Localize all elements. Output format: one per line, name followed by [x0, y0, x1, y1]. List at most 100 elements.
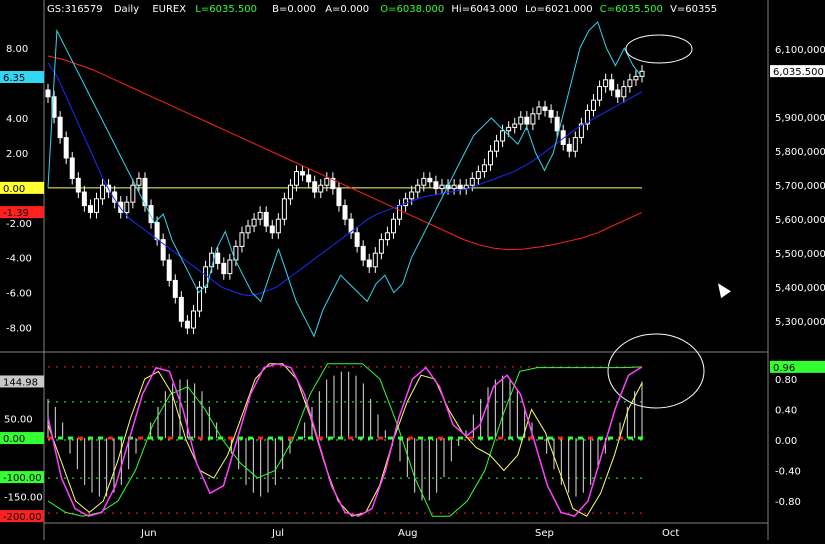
candle-body: [251, 218, 257, 227]
candle-body: [403, 198, 409, 207]
header-close: C=6035.500: [600, 4, 663, 15]
x-tick-label: Oct: [662, 528, 679, 539]
zero-marker: [338, 436, 343, 440]
candle-body: [221, 262, 227, 275]
candle-body: [390, 218, 396, 234]
x-tick-label: Aug: [398, 528, 418, 539]
candle-body: [524, 116, 530, 125]
candle-body: [487, 150, 493, 166]
osc-left-marker: 144.98: [3, 377, 38, 388]
zero-marker: [428, 436, 433, 440]
candle-body: [215, 252, 221, 264]
candle-body: [124, 201, 130, 213]
price-panel: [45, 21, 693, 338]
candle-body: [336, 188, 342, 207]
right-tick-label: 5,400,000: [775, 283, 825, 294]
candle-body: [506, 126, 512, 132]
zero-marker: [638, 436, 643, 440]
candle-body: [372, 252, 378, 268]
candle-body: [597, 86, 603, 101]
candle-body: [572, 137, 578, 152]
osc-right-tick-label: 0.80: [775, 375, 797, 386]
zero-marker: [158, 436, 163, 440]
zero-marker: [418, 436, 423, 440]
zero-marker: [578, 436, 583, 440]
candle-body: [166, 259, 172, 281]
zero-marker: [408, 436, 413, 440]
candle-body: [63, 137, 69, 159]
candle-body: [609, 79, 615, 91]
candle-body: [354, 232, 360, 247]
zero-marker: [248, 436, 253, 440]
candle-body: [100, 184, 106, 200]
osc-right-tick-label: 0.40: [775, 406, 797, 417]
zero-marker: [488, 436, 493, 440]
x-tick-label: Sep: [535, 528, 554, 539]
candle-body: [627, 79, 633, 88]
candle-body: [318, 184, 324, 193]
price-left-marker: 0.00: [3, 184, 25, 195]
zero-marker: [588, 436, 593, 440]
zero-marker: [328, 436, 333, 440]
candle-body: [530, 113, 536, 125]
candle-body: [257, 211, 263, 220]
osc-left-marker: 0.00: [3, 434, 25, 445]
candle-body: [281, 198, 287, 220]
header-exchange: EUREX: [152, 4, 186, 15]
axes: 8.00 4.00 2.00 -2.00 -4.00 -6.00 -8.00 6,100,00…: [0, 44, 825, 539]
zero-marker: [178, 436, 183, 440]
x-tick-label: Jun: [140, 528, 157, 539]
candle-body: [469, 177, 475, 186]
candle-body: [306, 174, 312, 183]
candle-body: [342, 205, 348, 220]
candle-body: [397, 205, 403, 220]
zero-marker: [358, 436, 363, 440]
zero-marker: [298, 436, 303, 440]
zero-marker: [278, 436, 283, 440]
right-tick-label: 5,300,000: [775, 317, 825, 328]
candle-body: [184, 320, 190, 329]
zero-marker: [228, 436, 233, 440]
zero-marker: [288, 436, 293, 440]
candle-body: [172, 279, 178, 298]
zero-marker: [238, 436, 243, 440]
left-tick-label: 2.00: [6, 149, 28, 160]
left-tick-label: -8.00: [6, 324, 32, 335]
candle-body: [566, 143, 572, 152]
right-tick-label: 6,100,000: [775, 45, 825, 56]
left-tick-label: -6.00: [6, 289, 32, 300]
zero-marker: [108, 436, 113, 440]
osc-left-tick-label: 50.00: [4, 415, 33, 426]
candle-body: [433, 181, 439, 190]
candle-body: [209, 252, 215, 268]
candle-body: [591, 99, 597, 111]
zero-marker: [528, 436, 533, 440]
header-last: L=6035.500: [195, 4, 257, 15]
candle-body: [421, 177, 427, 186]
header-volume: V=60355: [670, 4, 717, 15]
header-period: Daily: [114, 4, 139, 15]
candle-body: [57, 116, 63, 139]
osc-right-tick-label: -0.40: [775, 466, 801, 477]
candle-body: [621, 86, 627, 98]
candle-body: [500, 130, 506, 142]
zero-marker: [118, 436, 123, 440]
zero-marker: [478, 436, 483, 440]
osc-left-tick-label: -150.00: [4, 493, 43, 504]
zero-marker: [438, 436, 443, 440]
candle-body: [615, 89, 621, 98]
candle-body: [457, 184, 463, 190]
svg-text:GS:316579 Daily EU: GS:316579 Daily EUREX L=6035.500 B=0.000…: [47, 4, 717, 15]
candle-body: [360, 245, 366, 261]
right-tick-label: 5,600,000: [775, 215, 825, 226]
zero-marker: [348, 436, 353, 440]
zero-marker: [548, 436, 553, 440]
zero-marker: [138, 436, 143, 440]
right-tick-label: 5,900,000: [775, 113, 825, 124]
header-low: Lo=6021.000: [525, 4, 593, 15]
header-open: O=6038.000: [380, 4, 444, 15]
candle-body: [409, 191, 415, 200]
candle-body: [542, 106, 548, 111]
zero-marker: [498, 436, 503, 440]
price-left-marker: 6.35: [3, 73, 25, 84]
